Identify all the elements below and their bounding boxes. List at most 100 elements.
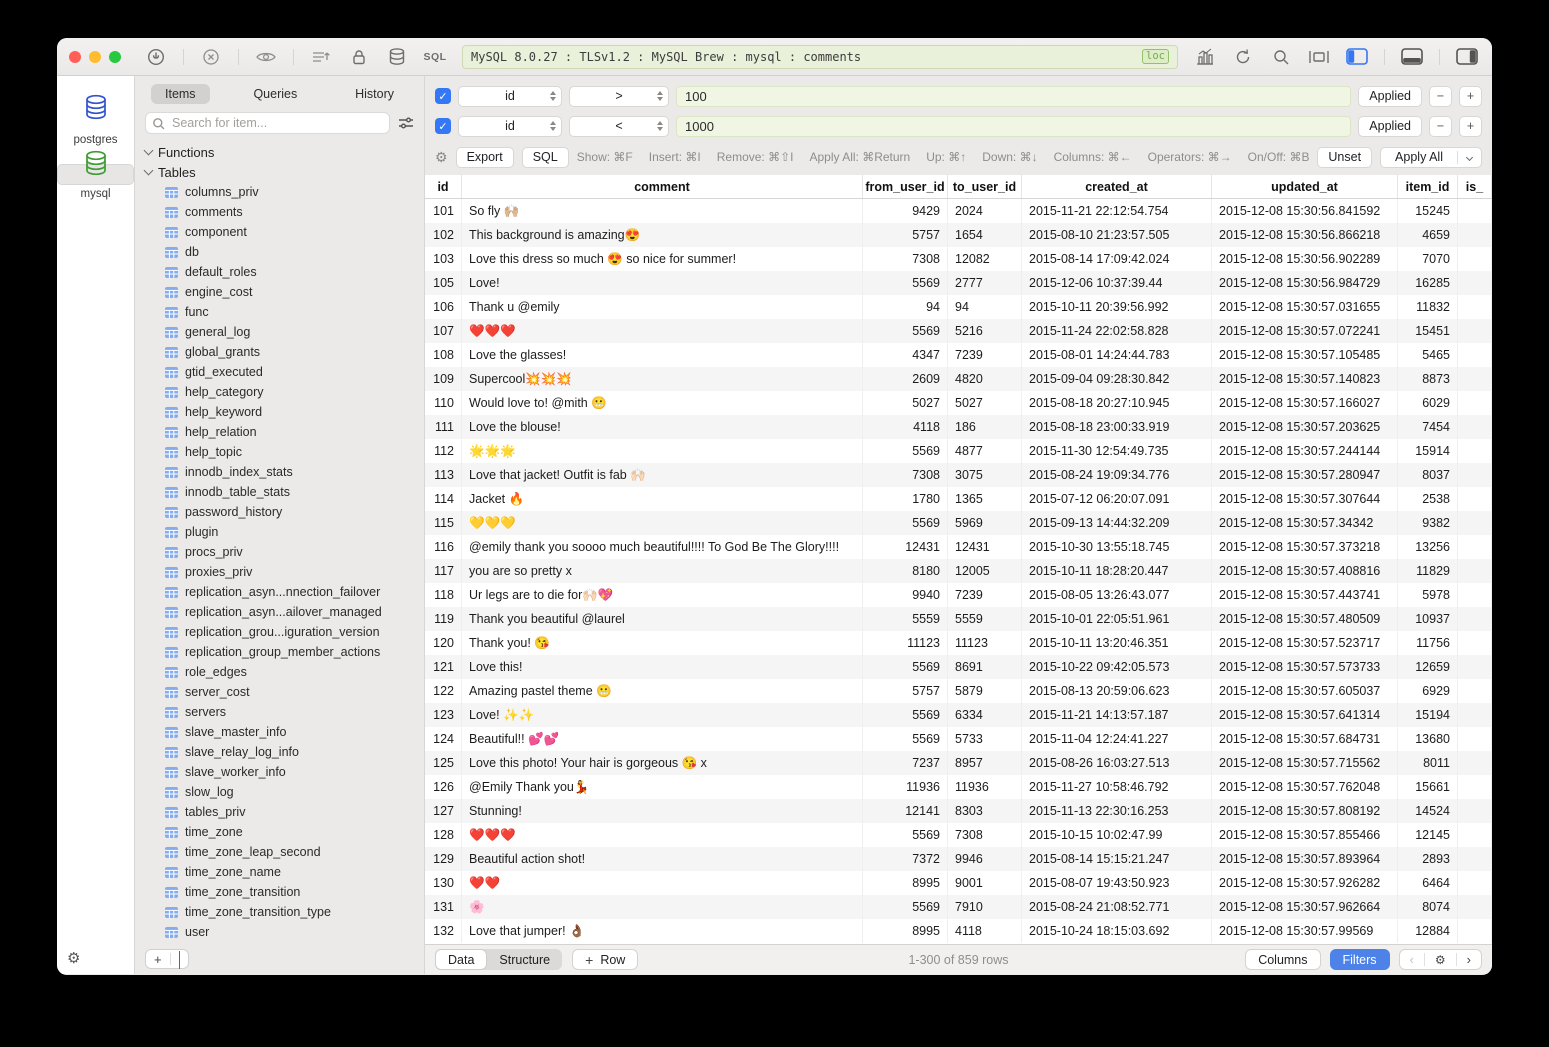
add-row-button[interactable]: + Row <box>572 949 638 970</box>
sidebar-item-help_topic[interactable]: help_topic <box>135 442 424 462</box>
sidebar-item-replication_grou...iguration_version[interactable]: replication_grou...iguration_version <box>135 622 424 642</box>
lock-icon[interactable] <box>346 46 372 68</box>
database-icon[interactable] <box>384 46 410 68</box>
sidebar-item-replication_group_member_actions[interactable]: replication_group_member_actions <box>135 642 424 662</box>
filter-value-input[interactable] <box>676 116 1351 137</box>
cell-comment[interactable]: Beautiful!! 💕💕 <box>462 727 863 751</box>
disconnect-icon[interactable] <box>198 46 224 68</box>
cell-is_[interactable] <box>1458 295 1492 319</box>
cell-from_user_id[interactable]: 7237 <box>863 751 948 775</box>
column-header-is_[interactable]: is_ <box>1458 175 1492 198</box>
tree-section-functions[interactable]: Functions <box>135 142 424 162</box>
cell-is_[interactable] <box>1458 391 1492 415</box>
cell-comment[interactable]: Love that jacket! Outfit is fab 🙌🏻 <box>462 463 863 487</box>
search-input[interactable] <box>170 115 383 131</box>
cell-created_at[interactable]: 2015-10-11 20:39:56.992 <box>1022 295 1212 319</box>
cell-id[interactable]: 110 <box>425 391 462 415</box>
cell-to_user_id[interactable]: 8303 <box>948 799 1022 823</box>
minimize-window-button[interactable] <box>89 51 101 63</box>
export-button[interactable]: Export <box>456 147 514 168</box>
cell-is_[interactable] <box>1458 727 1492 751</box>
cell-item_id[interactable]: 2538 <box>1398 487 1458 511</box>
table-row[interactable]: 121Love this!556986912015-10-22 09:42:05… <box>425 655 1492 679</box>
column-header-from_user_id[interactable]: from_user_id <box>863 175 948 198</box>
cell-created_at[interactable]: 2015-11-13 22:30:16.253 <box>1022 799 1212 823</box>
table-row[interactable]: 116@emily thank you soooo much beautiful… <box>425 535 1492 559</box>
cell-created_at[interactable]: 2015-11-30 12:54:49.735 <box>1022 439 1212 463</box>
cell-comment[interactable]: 💛💛💛 <box>462 511 863 535</box>
cell-from_user_id[interactable]: 5569 <box>863 271 948 295</box>
cell-from_user_id[interactable]: 4347 <box>863 343 948 367</box>
table-row[interactable]: 108Love the glasses!434772392015-08-01 1… <box>425 343 1492 367</box>
toggle-right-panel-icon[interactable] <box>1454 46 1480 68</box>
sidebar-item-server_cost[interactable]: server_cost <box>135 682 424 702</box>
cell-id[interactable]: 101 <box>425 199 462 223</box>
cell-to_user_id[interactable]: 3075 <box>948 463 1022 487</box>
sidebar-item-comments[interactable]: comments <box>135 202 424 222</box>
cell-created_at[interactable]: 2015-08-14 15:15:21.247 <box>1022 847 1212 871</box>
cell-comment[interactable]: Stunning! <box>462 799 863 823</box>
log-icon[interactable] <box>308 46 334 68</box>
sidebar-item-role_edges[interactable]: role_edges <box>135 662 424 682</box>
sidebar-item-component[interactable]: component <box>135 222 424 242</box>
cell-created_at[interactable]: 2015-08-24 19:09:34.776 <box>1022 463 1212 487</box>
cell-is_[interactable] <box>1458 223 1492 247</box>
cell-created_at[interactable]: 2015-10-30 13:55:18.745 <box>1022 535 1212 559</box>
filter-column-select[interactable]: id <box>458 86 562 107</box>
cell-is_[interactable] <box>1458 559 1492 583</box>
cell-updated_at[interactable]: 2015-12-08 15:30:57.140823 <box>1212 367 1398 391</box>
toggle-bottom-panel-icon[interactable] <box>1399 46 1425 68</box>
table-row[interactable]: 115💛💛💛556959692015-09-13 14:44:32.209201… <box>425 511 1492 535</box>
sidebar-item-password_history[interactable]: password_history <box>135 502 424 522</box>
cell-updated_at[interactable]: 2015-12-08 15:30:57.307644 <box>1212 487 1398 511</box>
cell-to_user_id[interactable]: 5027 <box>948 391 1022 415</box>
cell-to_user_id[interactable]: 94 <box>948 295 1022 319</box>
cell-from_user_id[interactable]: 5757 <box>863 679 948 703</box>
cell-item_id[interactable]: 15914 <box>1398 439 1458 463</box>
cell-to_user_id[interactable]: 4118 <box>948 919 1022 943</box>
cell-updated_at[interactable]: 2015-12-08 15:30:56.984729 <box>1212 271 1398 295</box>
sidebar-item-tables_priv[interactable]: tables_priv <box>135 802 424 822</box>
table-row[interactable]: 117you are so pretty x8180120052015-10-1… <box>425 559 1492 583</box>
filter-value-input[interactable] <box>676 86 1351 107</box>
cell-is_[interactable] <box>1458 199 1492 223</box>
cell-created_at[interactable]: 2015-10-11 13:20:46.351 <box>1022 631 1212 655</box>
cell-item_id[interactable]: 13256 <box>1398 535 1458 559</box>
cell-created_at[interactable]: 2015-08-13 20:59:06.623 <box>1022 679 1212 703</box>
cell-comment[interactable]: Love! <box>462 271 863 295</box>
sidebar-item-time_zone_transition[interactable]: time_zone_transition <box>135 882 424 902</box>
table-row[interactable]: 127Stunning!1214183032015-11-13 22:30:16… <box>425 799 1492 823</box>
cell-to_user_id[interactable]: 7308 <box>948 823 1022 847</box>
sidebar-item-db[interactable]: db <box>135 242 424 262</box>
cell-created_at[interactable]: 2015-08-18 23:00:33.919 <box>1022 415 1212 439</box>
sidebar-item-general_log[interactable]: general_log <box>135 322 424 342</box>
cell-to_user_id[interactable]: 1365 <box>948 487 1022 511</box>
cell-is_[interactable] <box>1458 799 1492 823</box>
cell-comment[interactable]: Love the glasses! <box>462 343 863 367</box>
cell-id[interactable]: 109 <box>425 367 462 391</box>
sidebar-item-default_roles[interactable]: default_roles <box>135 262 424 282</box>
sidebar-item-time_zone[interactable]: time_zone <box>135 822 424 842</box>
table-row[interactable]: 122Amazing pastel theme 😬575758792015-08… <box>425 679 1492 703</box>
filter-settings-gear-icon[interactable]: ⚙ <box>435 150 448 164</box>
cell-created_at[interactable]: 2015-07-12 06:20:07.091 <box>1022 487 1212 511</box>
cell-created_at[interactable]: 2015-11-24 22:02:58.828 <box>1022 319 1212 343</box>
cell-from_user_id[interactable]: 9940 <box>863 583 948 607</box>
cell-is_[interactable] <box>1458 463 1492 487</box>
cell-item_id[interactable]: 8074 <box>1398 895 1458 919</box>
cell-is_[interactable] <box>1458 487 1492 511</box>
cell-is_[interactable] <box>1458 871 1492 895</box>
table-row[interactable]: 125Love this photo! Your hair is gorgeou… <box>425 751 1492 775</box>
column-header-comment[interactable]: comment <box>462 175 863 198</box>
cell-updated_at[interactable]: 2015-12-08 15:30:57.573733 <box>1212 655 1398 679</box>
table-row[interactable]: 111Love the blouse!41181862015-08-18 23:… <box>425 415 1492 439</box>
cell-updated_at[interactable]: 2015-12-08 15:30:56.841592 <box>1212 199 1398 223</box>
next-page-button[interactable]: › <box>1457 950 1481 969</box>
cell-created_at[interactable]: 2015-08-14 17:09:42.024 <box>1022 247 1212 271</box>
cell-id[interactable]: 115 <box>425 511 462 535</box>
table-row[interactable]: 107❤️❤️❤️556952162015-11-24 22:02:58.828… <box>425 319 1492 343</box>
unset-button[interactable]: Unset <box>1317 147 1372 168</box>
cell-id[interactable]: 102 <box>425 223 462 247</box>
cell-to_user_id[interactable]: 12082 <box>948 247 1022 271</box>
sql-query-icon[interactable]: SQL <box>422 46 448 68</box>
